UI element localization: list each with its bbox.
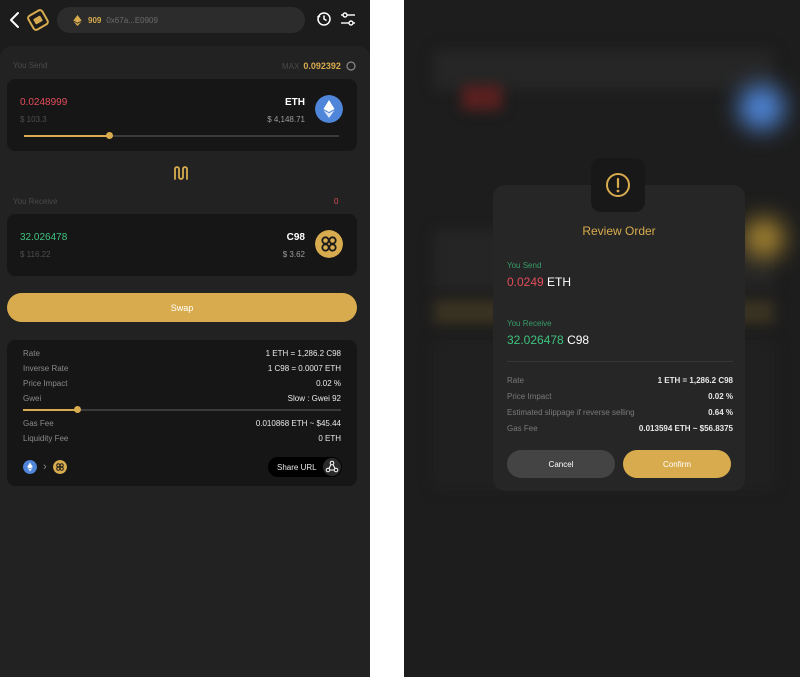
back-arrow-icon[interactable] bbox=[8, 11, 22, 29]
max-balance[interactable]: MAX 0.092392 bbox=[282, 61, 356, 71]
refresh-icon[interactable] bbox=[346, 61, 356, 71]
liquidity-fee-value: 0 ETH bbox=[318, 434, 341, 443]
dialog-impact-row: Price Impact 0.02 % bbox=[507, 392, 733, 401]
wallet-address-pill[interactable]: 909 0x67a...E0909 bbox=[57, 7, 305, 33]
dialog-send-symbol: ETH bbox=[547, 275, 572, 289]
ethereum-icon bbox=[23, 460, 37, 474]
share-icon bbox=[323, 458, 341, 476]
cancel-button[interactable]: Cancel bbox=[507, 450, 615, 478]
dialog-slippage-row: Estimated slippage if reverse selling 0.… bbox=[507, 408, 733, 417]
review-order-screen: Review Order You Send 0.0249 ETH You Rec… bbox=[404, 0, 800, 677]
receive-usd-value: $ 116.22 bbox=[20, 250, 51, 259]
warning-badge bbox=[591, 158, 645, 212]
dialog-send-amount: 0.0249 ETH bbox=[507, 275, 571, 289]
wallet-logo-icon[interactable] bbox=[27, 9, 49, 31]
receive-count: 0 bbox=[334, 197, 339, 206]
slider-handle[interactable] bbox=[105, 132, 113, 139]
swap-screen: 909 0x67a...E0909 You Send MAX 0.092392 … bbox=[0, 0, 370, 677]
dialog-receive-symbol: C98 bbox=[567, 333, 590, 347]
swap-details-card: Rate 1 ETH = 1,286.2 C98 Inverse Rate 1 … bbox=[7, 340, 357, 486]
receive-amount: 32.026478 bbox=[20, 232, 68, 243]
dialog-gas-value: 0.013594 ETH ~ $56.8375 bbox=[638, 424, 733, 433]
dialog-slippage-label: Estimated slippage if reverse selling bbox=[507, 408, 635, 417]
share-url-label: Share URL bbox=[277, 462, 317, 472]
send-amount-slider[interactable] bbox=[24, 132, 339, 139]
dialog-send-label: You Send bbox=[507, 261, 542, 270]
send-card: 0.0248999 $ 103.3 ETH $ 4,148.71 bbox=[7, 79, 357, 151]
warning-icon bbox=[606, 173, 630, 197]
receive-card: 32.026478 $ 116.22 C98 $ 3.62 bbox=[7, 214, 357, 276]
inverse-rate-row: Inverse Rate 1 C98 = 0.0007 ETH bbox=[23, 364, 341, 373]
gwei-slider[interactable] bbox=[23, 406, 341, 413]
gwei-value[interactable]: Slow : Gwei 92 bbox=[288, 394, 341, 403]
history-icon[interactable] bbox=[316, 11, 332, 27]
blurred-background bbox=[744, 218, 784, 258]
review-order-dialog: Review Order You Send 0.0249 ETH You Rec… bbox=[493, 185, 745, 491]
receive-section-label: You Receive bbox=[13, 197, 58, 206]
slider-handle[interactable] bbox=[73, 406, 81, 413]
settings-sliders-icon[interactable] bbox=[340, 11, 356, 27]
dialog-title: Review Order bbox=[582, 224, 656, 238]
confirm-button[interactable]: Confirm bbox=[623, 450, 731, 478]
dialog-slippage-value: 0.64 % bbox=[708, 408, 733, 417]
blurred-background bbox=[434, 50, 774, 90]
liquidity-fee-row: Liquidity Fee 0 ETH bbox=[23, 434, 341, 443]
gas-fee-row: Gas Fee 0.010868 ETH ~ $45.44 bbox=[23, 419, 341, 428]
liquidity-fee-label: Liquidity Fee bbox=[23, 434, 69, 443]
dialog-impact-value: 0.02 % bbox=[708, 392, 733, 401]
blurred-background bbox=[462, 85, 502, 110]
share-url-button[interactable]: Share URL bbox=[268, 457, 342, 477]
send-token-usd: $ 4,148.71 bbox=[267, 115, 305, 124]
slider-fill bbox=[23, 409, 78, 411]
dialog-gas-row: Gas Fee 0.013594 ETH ~ $56.8375 bbox=[507, 424, 733, 433]
dialog-receive-label: You Receive bbox=[507, 319, 552, 328]
dialog-impact-label: Price Impact bbox=[507, 392, 552, 401]
panel-divider bbox=[370, 0, 380, 677]
dialog-send-value: 0.0249 bbox=[507, 275, 544, 289]
receive-token-usd: $ 3.62 bbox=[282, 250, 305, 259]
dialog-rate-value: 1 ETH = 1,286.2 C98 bbox=[657, 376, 733, 385]
gas-fee-value: 0.010868 ETH ~ $45.44 bbox=[255, 419, 341, 428]
wallet-balance: 909 bbox=[88, 15, 102, 25]
dialog-gas-label: Gas Fee bbox=[507, 424, 538, 433]
dialog-rate-row: Rate 1 ETH = 1,286.2 C98 bbox=[507, 376, 733, 385]
rate-row: Rate 1 ETH = 1,286.2 C98 bbox=[23, 349, 341, 358]
dialog-receive-amount: 32.026478 C98 bbox=[507, 333, 589, 347]
swap-route: › bbox=[23, 460, 67, 474]
max-label: MAX bbox=[282, 61, 300, 71]
inverse-rate-value: 1 C98 = 0.0007 ETH bbox=[267, 364, 341, 373]
ethereum-icon[interactable] bbox=[315, 95, 343, 123]
send-section-label: You Send bbox=[13, 61, 48, 70]
inverse-rate-label: Inverse Rate bbox=[23, 364, 69, 373]
price-impact-row: Price Impact 0.02 % bbox=[23, 379, 341, 388]
gwei-label: Gwei bbox=[23, 394, 42, 403]
rate-value: 1 ETH = 1,286.2 C98 bbox=[265, 349, 341, 358]
c98-icon bbox=[52, 460, 67, 474]
send-token-symbol[interactable]: ETH bbox=[285, 97, 305, 108]
send-usd-value: $ 103.3 bbox=[20, 115, 47, 124]
send-amount-input[interactable]: 0.0248999 bbox=[20, 97, 67, 108]
max-value: 0.092392 bbox=[303, 61, 341, 71]
swap-direction-icon[interactable] bbox=[172, 165, 190, 181]
gas-fee-label: Gas Fee bbox=[23, 419, 54, 428]
gwei-row: Gwei Slow : Gwei 92 bbox=[23, 394, 341, 403]
wallet-address: 0x67a...E0909 bbox=[106, 15, 158, 25]
blurred-background bbox=[739, 85, 784, 130]
dialog-rate-label: Rate bbox=[507, 376, 524, 385]
top-bar: 909 0x67a...E0909 bbox=[0, 0, 370, 40]
chevron-right-icon: › bbox=[43, 461, 47, 473]
swap-button[interactable]: Swap bbox=[7, 293, 357, 322]
rate-label: Rate bbox=[23, 349, 40, 358]
receive-token-symbol[interactable]: C98 bbox=[287, 232, 305, 243]
divider bbox=[507, 361, 733, 362]
ethereum-icon bbox=[73, 14, 82, 26]
price-impact-value: 0.02 % bbox=[316, 379, 341, 388]
dialog-receive-value: 32.026478 bbox=[507, 333, 564, 347]
price-impact-label: Price Impact bbox=[23, 379, 68, 388]
slider-fill bbox=[24, 135, 110, 137]
c98-icon[interactable] bbox=[315, 230, 343, 258]
